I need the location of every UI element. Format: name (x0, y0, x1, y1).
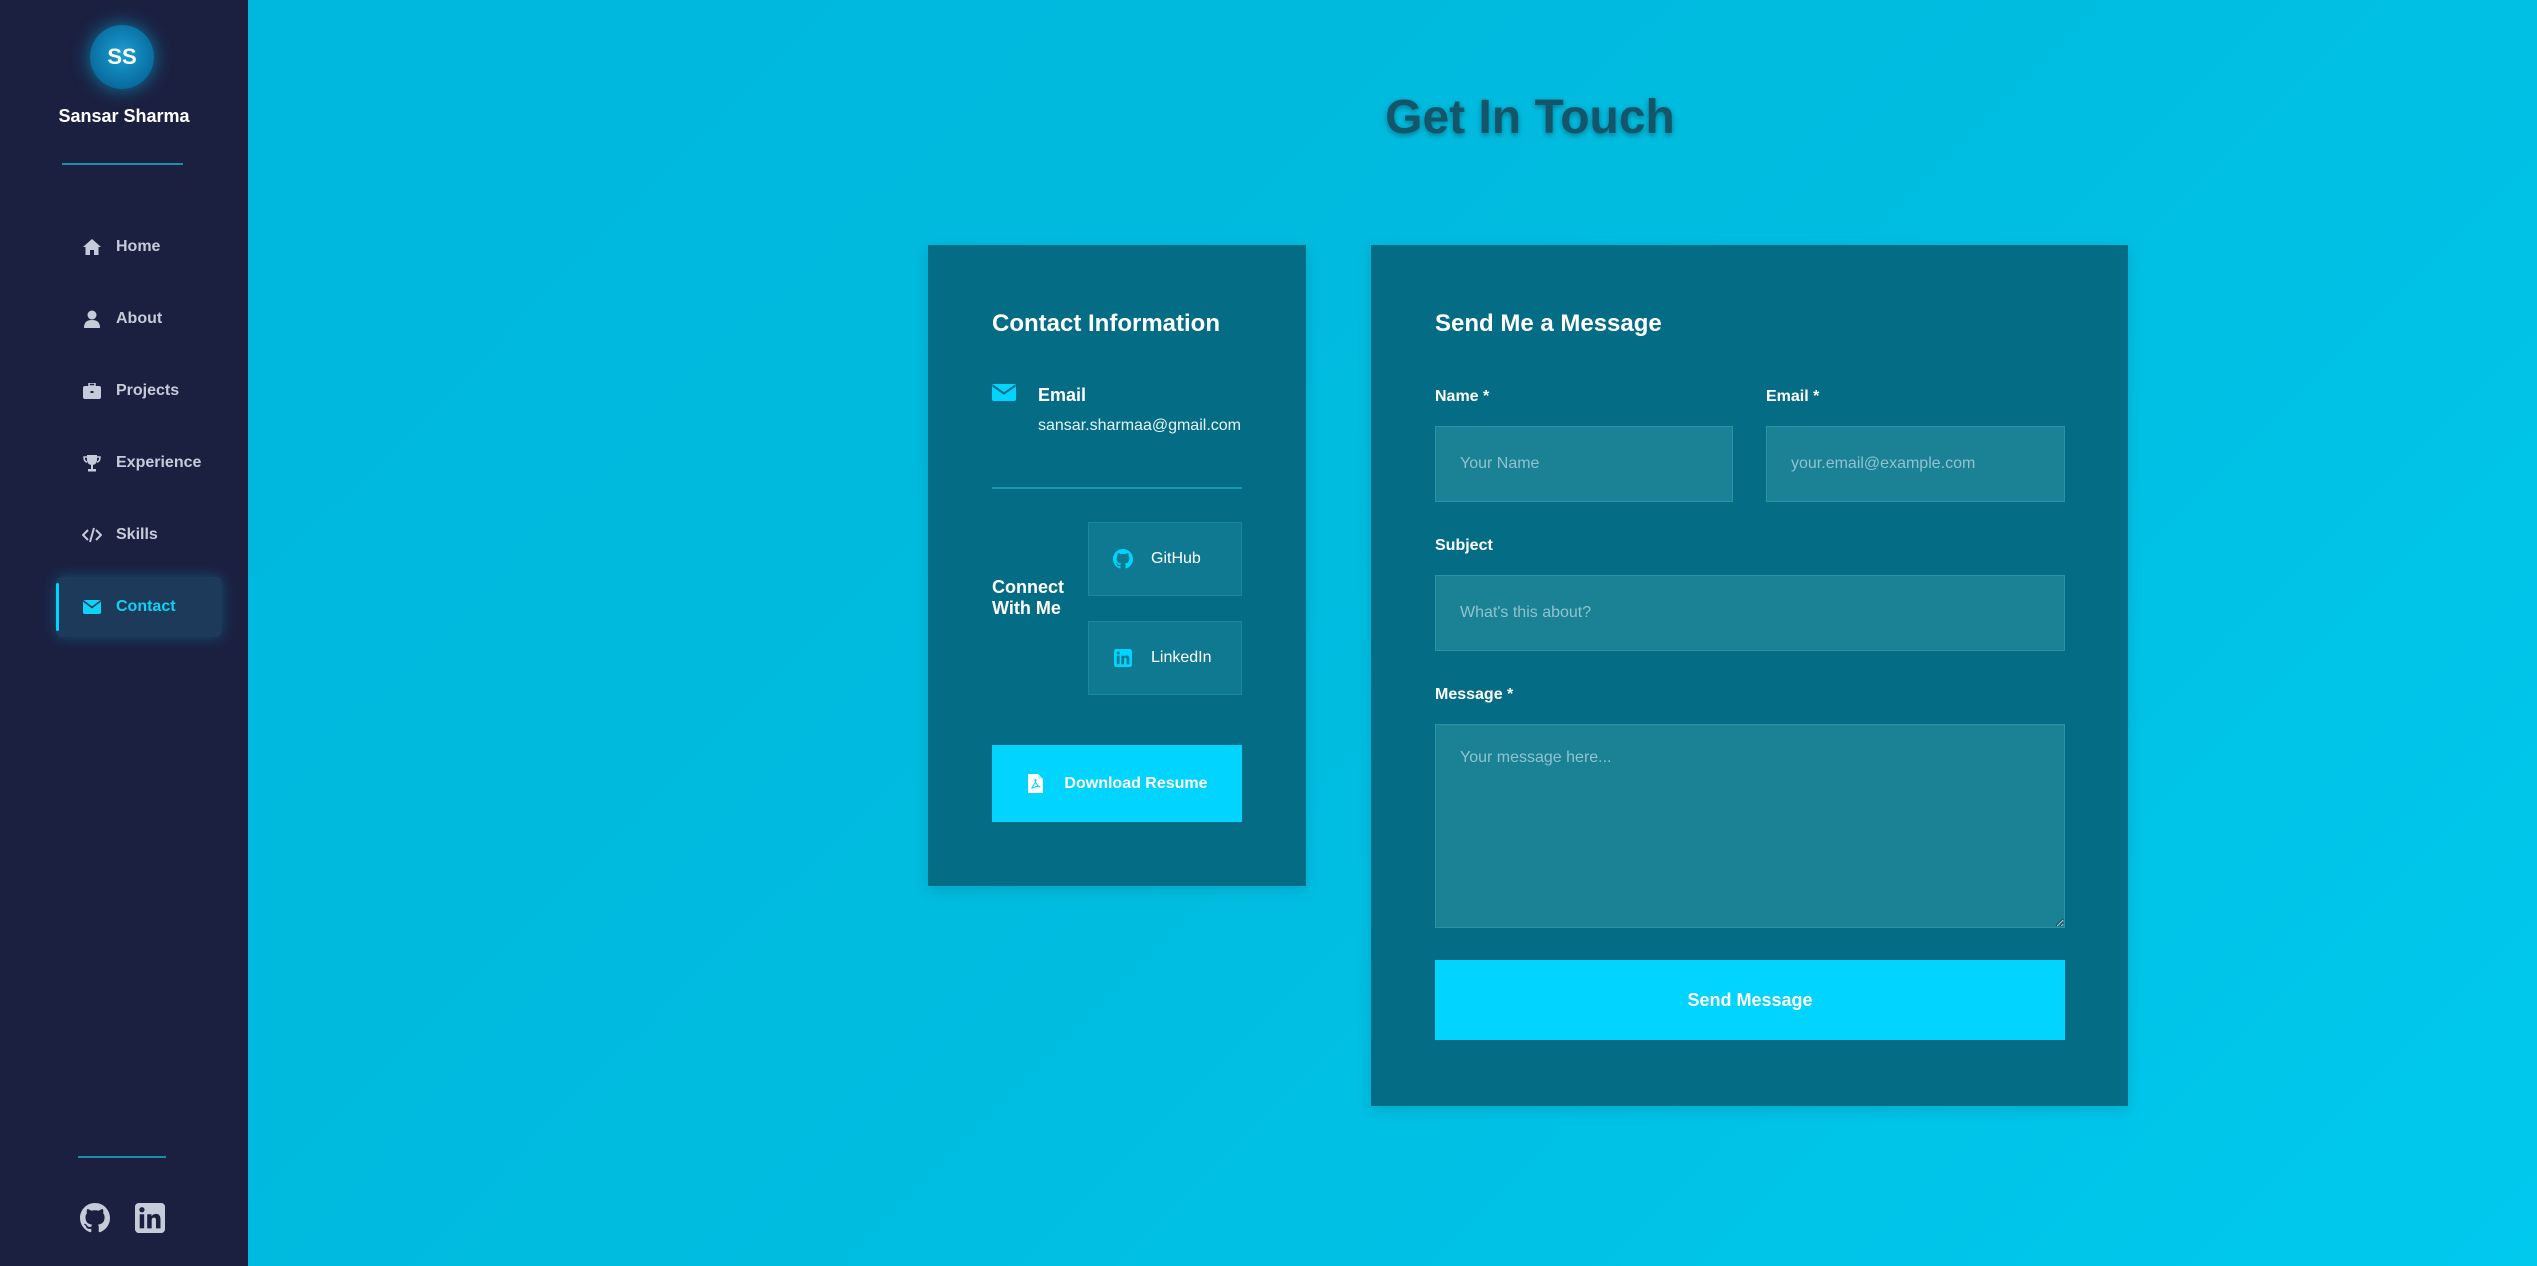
sidebar-item-contact[interactable]: Contact (56, 577, 222, 637)
email-label: Email (1038, 385, 1087, 405)
github-button[interactable]: GitHub (1088, 522, 1242, 596)
sidebar-item-label: Skills (116, 526, 158, 543)
github-button-label: GitHub (1151, 550, 1201, 567)
linkedin-icon (135, 1202, 165, 1238)
email-value[interactable]: sansar.sharmaa@gmail.com (1038, 417, 1241, 435)
sidebar-linkedin-link[interactable] (132, 1202, 168, 1238)
page-title: Get In Touch (1385, 91, 1675, 144)
email-input[interactable] (1766, 426, 2065, 502)
home-icon (82, 237, 102, 257)
message-textarea[interactable] (1435, 724, 2065, 928)
connect-label: Connect With Me (992, 577, 1064, 618)
sidebar-github-link[interactable] (77, 1202, 113, 1238)
sidebar: SS Sansar Sharma Home About Projects Exp (0, 0, 248, 1266)
sidebar-item-projects[interactable]: Projects (56, 361, 222, 421)
envelope-icon (82, 597, 102, 617)
message-label: Message * (1435, 686, 1514, 703)
sidebar-divider (62, 163, 183, 165)
contact-info-divider (992, 487, 1242, 489)
code-icon (82, 525, 102, 545)
download-resume-label: Download Resume (1064, 774, 1208, 792)
trophy-icon (82, 453, 102, 473)
sidebar-item-about[interactable]: About (56, 289, 222, 349)
file-pdf-icon (1026, 774, 1044, 794)
name-label: Name * (1435, 388, 1490, 405)
email-label: Email * (1766, 388, 1820, 405)
sidebar-nav: Home About Projects Experience Skills Co… (56, 217, 222, 649)
github-icon (1113, 549, 1133, 569)
profile-name: Sansar Sharma (58, 106, 190, 126)
sidebar-item-label: Contact (116, 598, 176, 615)
contact-info-heading: Contact Information (992, 310, 1220, 337)
sidebar-item-label: Home (116, 238, 161, 255)
sidebar-item-home[interactable]: Home (56, 217, 222, 277)
message-form-card: Send Me a Message Name * Email * Subject… (1371, 245, 2128, 1106)
sidebar-item-experience[interactable]: Experience (56, 433, 222, 493)
message-form-heading: Send Me a Message (1435, 310, 1662, 337)
github-icon (80, 1202, 110, 1238)
contact-info-card: Contact Information Email sansar.sharmaa… (928, 245, 1306, 886)
avatar: SS (90, 25, 154, 89)
linkedin-button-label: LinkedIn (1151, 649, 1212, 666)
briefcase-icon (82, 381, 102, 401)
linkedin-button[interactable]: LinkedIn (1088, 621, 1242, 695)
sidebar-item-label: Projects (116, 382, 180, 399)
subject-input[interactable] (1435, 575, 2065, 651)
subject-label: Subject (1435, 537, 1493, 554)
send-message-button[interactable]: Send Message (1435, 960, 2065, 1040)
sidebar-divider-bottom (78, 1156, 166, 1158)
user-icon (82, 309, 102, 329)
linkedin-icon (1113, 648, 1133, 668)
name-input[interactable] (1435, 426, 1733, 502)
sidebar-item-skills[interactable]: Skills (56, 505, 222, 565)
envelope-icon (991, 382, 1017, 407)
download-resume-button[interactable]: Download Resume (992, 745, 1242, 822)
sidebar-item-label: About (116, 310, 163, 327)
sidebar-item-label: Experience (116, 454, 202, 471)
